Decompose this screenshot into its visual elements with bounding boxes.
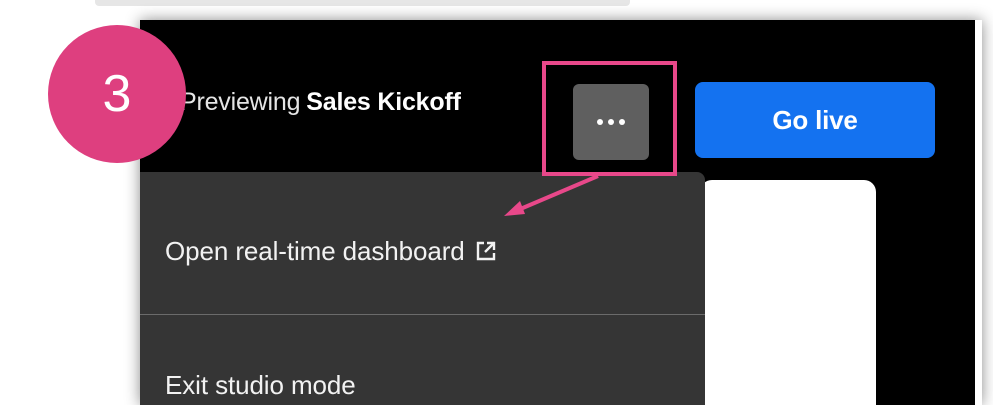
step-number-badge: 3 [48, 25, 186, 163]
